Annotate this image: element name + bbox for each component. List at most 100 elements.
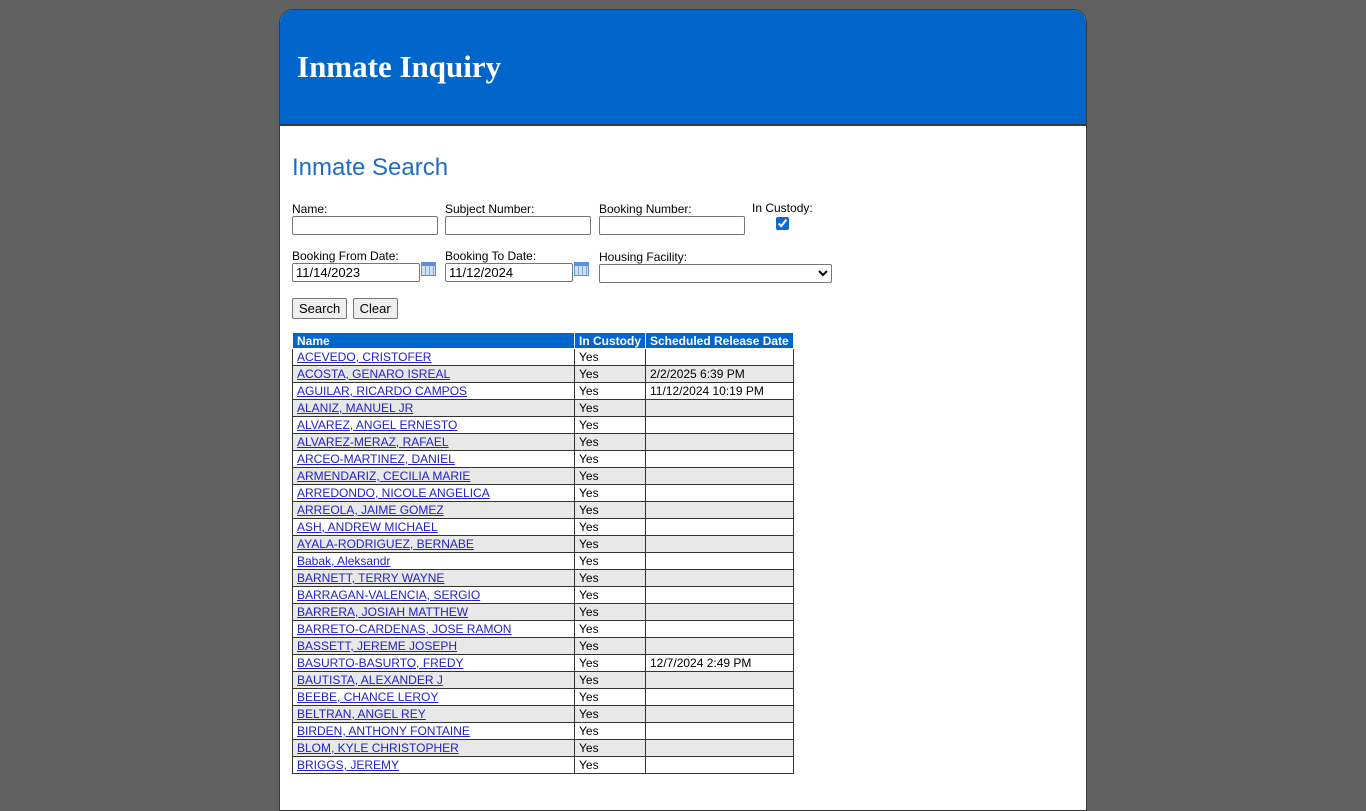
inmate-name-link[interactable]: BARRETO-CARDENAS, JOSE RAMON: [297, 622, 511, 636]
booking-from-label: Booking From Date:: [292, 249, 399, 263]
search-section: Inmate Search Name: Subject Number: Book…: [280, 126, 1086, 774]
inmate-name-link[interactable]: BLOM, KYLE CHRISTOPHER: [297, 741, 459, 755]
release-date-cell: [645, 416, 794, 434]
release-date-cell: 2/2/2025 6:39 PM: [645, 365, 794, 383]
inmate-name-link[interactable]: ARREOLA, JAIME GOMEZ: [297, 503, 444, 517]
inmate-name-link[interactable]: BEEBE, CHANCE LEROY: [297, 690, 438, 704]
table-row: BASURTO-BASURTO, FREDY Yes 12/7/2024 2:49 …: [292, 654, 794, 672]
release-date-cell: [645, 722, 794, 740]
inmate-name-link[interactable]: BELTRAN, ANGEL REY: [297, 707, 426, 721]
subject-number-input[interactable]: [445, 216, 591, 235]
release-date-cell: [645, 586, 794, 604]
inmate-name-link[interactable]: BARRERA, JOSIAH MATTHEW: [297, 605, 468, 619]
table-row: ARREDONDO, NICOLE ANGELICA Yes: [292, 484, 794, 502]
name-cell: BEEBE, CHANCE LEROY: [292, 688, 575, 706]
inmate-name-link[interactable]: ARCEO-MARTINEZ, DANIEL: [297, 452, 455, 466]
inmate-name-link[interactable]: BASSETT, JEREME JOSEPH: [297, 639, 457, 653]
table-row: ARREOLA, JAIME GOMEZ Yes: [292, 501, 794, 519]
table-row: ALANIZ, MANUEL JR Yes: [292, 399, 794, 417]
subject-number-label: Subject Number:: [445, 202, 535, 216]
name-cell: ALVAREZ-MERAZ, RAFAEL: [292, 433, 575, 451]
name-cell: ASH, ANDREW MICHAEL: [292, 518, 575, 536]
inmate-name-link[interactable]: BAUTISTA, ALEXANDER J: [297, 673, 443, 687]
in-custody-cell: Yes: [574, 654, 646, 672]
in-custody-cell: Yes: [574, 569, 646, 587]
in-custody-cell: Yes: [574, 382, 646, 400]
in-custody-field-group: In Custody:: [752, 201, 813, 233]
name-input[interactable]: [292, 216, 438, 235]
header-banner: Inmate Inquiry: [280, 10, 1086, 126]
booking-to-field-group: Booking To Date:: [445, 249, 589, 282]
column-header-release-date[interactable]: Scheduled Release Date: [645, 332, 794, 349]
in-custody-cell: Yes: [574, 739, 646, 757]
search-button[interactable]: Search: [292, 298, 348, 319]
name-cell: ALANIZ, MANUEL JR: [292, 399, 575, 417]
in-custody-cell: Yes: [574, 705, 646, 723]
inmate-name-link[interactable]: ACEVEDO, CRISTOFER: [297, 350, 431, 364]
in-custody-cell: Yes: [574, 722, 646, 740]
inmate-name-link[interactable]: BASURTO-BASURTO, FREDY: [297, 656, 463, 670]
release-date-cell: [645, 739, 794, 757]
booking-number-label: Booking Number:: [599, 202, 692, 216]
inmate-name-link[interactable]: Babak, Aleksandr: [297, 554, 390, 568]
housing-facility-select[interactable]: [599, 264, 832, 283]
name-cell: ARREDONDO, NICOLE ANGELICA: [292, 484, 575, 502]
column-header-in-custody[interactable]: In Custody: [574, 332, 646, 349]
calendar-icon[interactable]: [421, 262, 436, 276]
inmate-name-link[interactable]: BARRAGAN-VALENCIA, SERGIO: [297, 588, 480, 602]
in-custody-checkbox[interactable]: [775, 217, 789, 230]
inmate-name-link[interactable]: ARREDONDO, NICOLE ANGELICA: [297, 486, 490, 500]
release-date-cell: [645, 688, 794, 706]
calendar-icon[interactable]: [574, 262, 589, 276]
in-custody-cell: Yes: [574, 348, 646, 366]
release-date-cell: [645, 535, 794, 553]
in-custody-cell: Yes: [574, 467, 646, 485]
table-row: ALVAREZ-MERAZ, RAFAEL Yes: [292, 433, 794, 451]
release-date-cell: [645, 484, 794, 502]
name-cell: BLOM, KYLE CHRISTOPHER: [292, 739, 575, 757]
booking-to-input[interactable]: [445, 263, 573, 282]
booking-number-input[interactable]: [599, 216, 745, 235]
in-custody-cell: Yes: [574, 688, 646, 706]
name-field-group: Name:: [292, 202, 438, 235]
page-container: Inmate Inquiry Inmate Search Name: Subje…: [279, 9, 1087, 811]
inmate-name-link[interactable]: ALVAREZ, ANGEL ERNESTO: [297, 418, 457, 432]
release-date-cell: [645, 348, 794, 366]
release-date-cell: [645, 467, 794, 485]
inmate-name-link[interactable]: ASH, ANDREW MICHAEL: [297, 520, 438, 534]
in-custody-cell: Yes: [574, 535, 646, 553]
inmate-name-link[interactable]: BARNETT, TERRY WAYNE: [297, 571, 444, 585]
inmate-name-link[interactable]: AYALA-RODRIGUEZ, BERNABE: [297, 537, 474, 551]
name-cell: ACEVEDO, CRISTOFER: [292, 348, 575, 366]
in-custody-cell: Yes: [574, 416, 646, 434]
name-cell: ARREOLA, JAIME GOMEZ: [292, 501, 575, 519]
in-custody-cell: Yes: [574, 433, 646, 451]
name-cell: BARRETO-CARDENAS, JOSE RAMON: [292, 620, 575, 638]
release-date-cell: [645, 671, 794, 689]
table-row: BASSETT, JEREME JOSEPH Yes: [292, 637, 794, 655]
form-buttons: Search Clear: [292, 298, 1074, 319]
inmate-name-link[interactable]: ALANIZ, MANUEL JR: [297, 401, 413, 415]
table-row: AYALA-RODRIGUEZ, BERNABE Yes: [292, 535, 794, 553]
clear-button[interactable]: Clear: [352, 298, 398, 319]
booking-from-field-group: Booking From Date:: [292, 249, 436, 282]
inmate-name-link[interactable]: ACOSTA, GENARO ISREAL: [297, 367, 450, 381]
inmate-name-link[interactable]: ALVAREZ-MERAZ, RAFAEL: [297, 435, 449, 449]
inmate-name-link[interactable]: ARMENDARIZ, CECILIA MARIE: [297, 469, 470, 483]
release-date-cell: 11/12/2024 10:19 PM: [645, 382, 794, 400]
in-custody-cell: Yes: [574, 484, 646, 502]
inmate-name-link[interactable]: AGUILAR, RICARDO CAMPOS: [297, 384, 467, 398]
booking-from-input[interactable]: [292, 263, 420, 282]
column-header-name[interactable]: Name: [292, 332, 575, 349]
inmate-name-link[interactable]: BIRDEN, ANTHONY FONTAINE: [297, 724, 470, 738]
name-cell: BASURTO-BASURTO, FREDY: [292, 654, 575, 672]
table-row: BLOM, KYLE CHRISTOPHER Yes: [292, 739, 794, 757]
in-custody-cell: Yes: [574, 620, 646, 638]
name-cell: ACOSTA, GENARO ISREAL: [292, 365, 575, 383]
inmate-name-link[interactable]: BRIGGS, JEREMY: [297, 758, 399, 772]
results-table: Name In Custody Scheduled Release Date A…: [292, 332, 794, 774]
name-cell: ALVAREZ, ANGEL ERNESTO: [292, 416, 575, 434]
in-custody-cell: Yes: [574, 518, 646, 536]
table-row: ASH, ANDREW MICHAEL Yes: [292, 518, 794, 536]
name-label: Name:: [292, 202, 328, 216]
